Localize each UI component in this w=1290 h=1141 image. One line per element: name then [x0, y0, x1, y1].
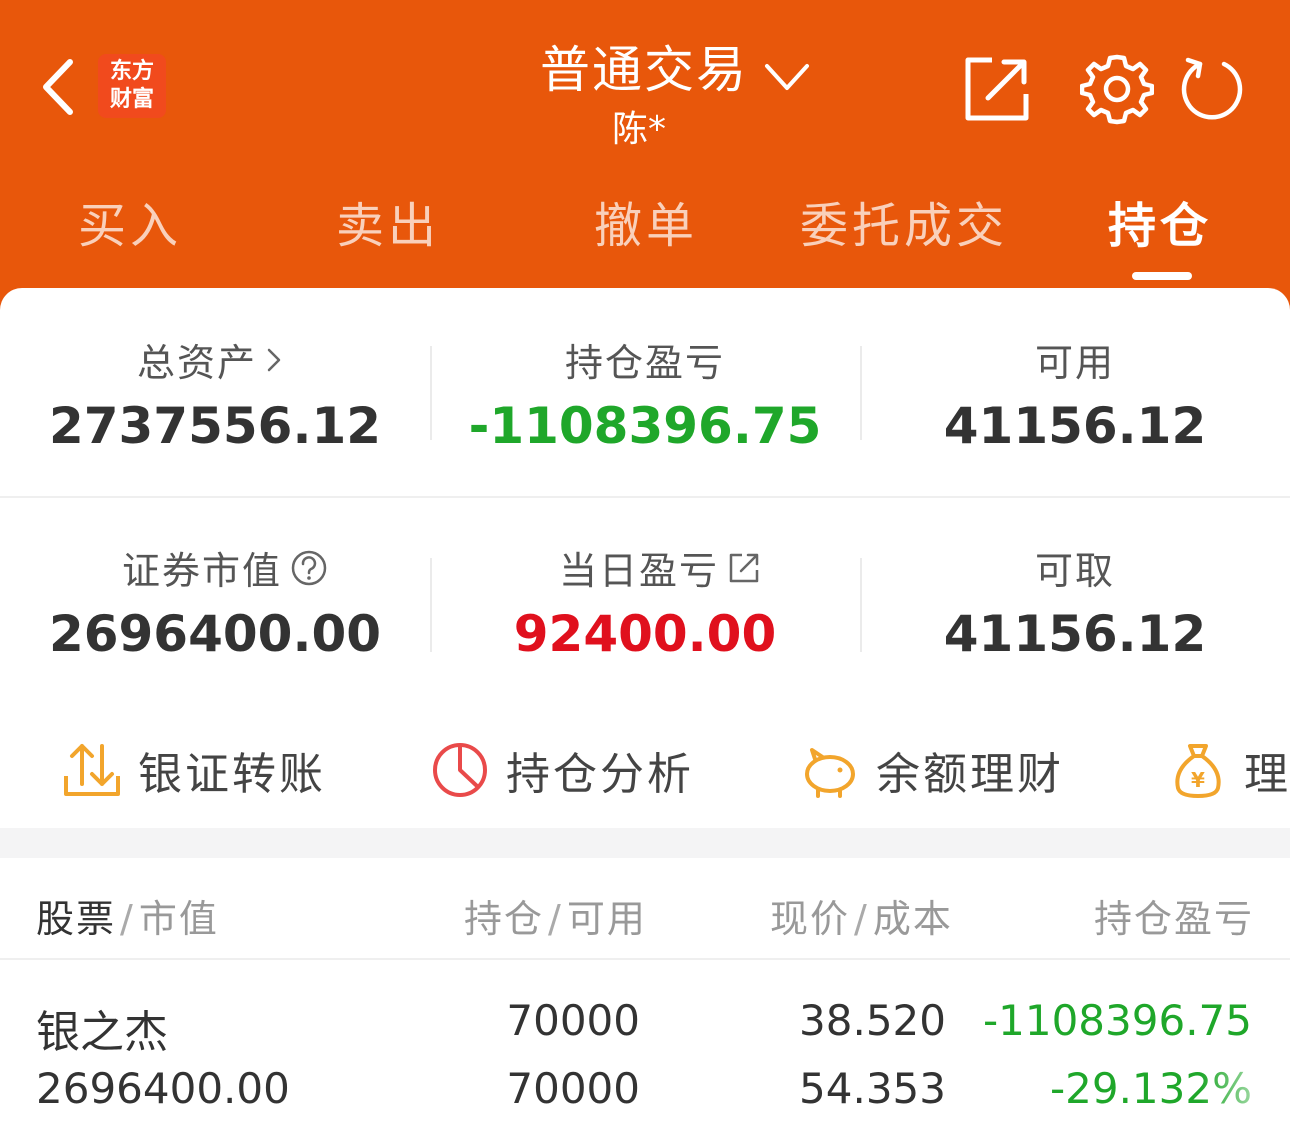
shortcut-position-analysis[interactable]: 持仓分析 — [430, 738, 694, 802]
shortcut-balance-finance[interactable]: 余额理财 — [800, 738, 1064, 802]
stock-cost: 54.353 — [799, 1064, 946, 1113]
tab-cancel-order[interactable]: 撤单 — [594, 186, 698, 256]
stat-total-assets[interactable]: 总资产 2737556.12 — [0, 332, 430, 455]
tab-buy[interactable]: 买入 — [78, 186, 182, 256]
col-position-available[interactable]: 持仓 / 可用 — [464, 888, 647, 943]
stock-position: 70000 — [506, 996, 640, 1045]
money-bag-icon: ¥ — [1175, 744, 1221, 798]
gear-icon[interactable] — [1080, 52, 1154, 126]
col-position-pl[interactable]: 持仓盈亏 — [1094, 888, 1254, 943]
available-value: 41156.12 — [943, 397, 1207, 455]
position-pl-label: 持仓盈亏 — [564, 341, 725, 385]
shortcut-label: 持仓分析 — [506, 749, 694, 800]
account-name: 陈* — [612, 109, 667, 150]
tab-orders-trades[interactable]: 委托成交 — [800, 186, 1008, 256]
back-arrow-icon[interactable] — [36, 56, 86, 118]
pie-chart-icon — [433, 743, 487, 797]
transfer-icon — [64, 744, 120, 796]
tab-sell[interactable]: 卖出 — [336, 186, 440, 256]
stat-daily-pl[interactable]: 当日盈亏 92400.00 — [430, 540, 860, 663]
withdrawable-label: 可取 — [1034, 549, 1115, 593]
active-tab-indicator — [1132, 272, 1192, 280]
shortcut-bank-transfer[interactable]: 银证转账 — [62, 738, 326, 802]
stock-price: 38.520 — [799, 996, 946, 1045]
positions-table-header: 股票 / 市值 持仓 / 可用 现价 / 成本 持仓盈亏 — [0, 858, 1290, 958]
shortcut-label: 理财 — [1244, 749, 1290, 800]
help-circle-icon[interactable] — [290, 549, 328, 587]
total-assets-value: 2737556.12 — [48, 397, 382, 455]
app-header: 东方 财富 普通交易 陈* 买入 卖出 撤单 委托成交 持仓 — [0, 0, 1290, 310]
page-title[interactable]: 普通交易 — [540, 30, 748, 102]
stock-pl: -1108396.75 — [982, 996, 1252, 1045]
market-value-value: 2696400.00 — [48, 605, 382, 663]
position-pl-value: -1108396.75 — [468, 397, 822, 455]
external-link-icon — [729, 553, 759, 582]
available-label: 可用 — [1034, 341, 1115, 385]
refresh-icon[interactable] — [1178, 54, 1246, 122]
watermark-fade — [1200, 1060, 1290, 1141]
brand-logo: 东方 财富 — [98, 54, 166, 118]
stat-market-value: 证券市值 2696400.00 — [0, 540, 430, 663]
table-row[interactable]: 银之杰 2696400.00 70000 70000 38.520 54.353… — [0, 960, 1290, 1141]
chevron-down-icon[interactable] — [762, 56, 812, 98]
total-assets-label: 总资产 — [136, 341, 257, 385]
shortcut-label: 余额理财 — [876, 749, 1064, 800]
daily-pl-value: 92400.00 — [513, 605, 777, 663]
trade-tabs: 买入 卖出 撤单 委托成交 持仓 — [0, 186, 1290, 262]
divider — [0, 496, 1290, 498]
stock-market-value: 2696400.00 — [36, 1064, 290, 1113]
market-value-label: 证券市值 — [121, 549, 282, 593]
stat-position-pl: 持仓盈亏 -1108396.75 — [430, 332, 860, 455]
shortcut-wealth[interactable]: ¥ 理财 — [1168, 738, 1290, 802]
stat-withdrawable: 可取 41156.12 — [860, 540, 1290, 663]
withdrawable-value: 41156.12 — [943, 605, 1207, 663]
share-icon[interactable] — [962, 54, 1032, 124]
shortcut-label: 银证转账 — [138, 749, 326, 800]
chevron-right-icon — [267, 348, 281, 371]
col-price-cost[interactable]: 现价 / 成本 — [770, 888, 953, 943]
section-gap — [0, 828, 1290, 858]
col-stock-market-value[interactable]: 股票 / 市值 — [36, 888, 219, 943]
stock-name: 银之杰 — [36, 1007, 168, 1058]
svg-text:¥: ¥ — [1191, 768, 1205, 792]
daily-pl-label: 当日盈亏 — [558, 549, 719, 593]
stat-available: 可用 41156.12 — [860, 332, 1290, 455]
tab-positions[interactable]: 持仓 — [1108, 186, 1212, 256]
stock-available: 70000 — [506, 1064, 640, 1113]
piggy-bank-icon — [805, 748, 855, 798]
